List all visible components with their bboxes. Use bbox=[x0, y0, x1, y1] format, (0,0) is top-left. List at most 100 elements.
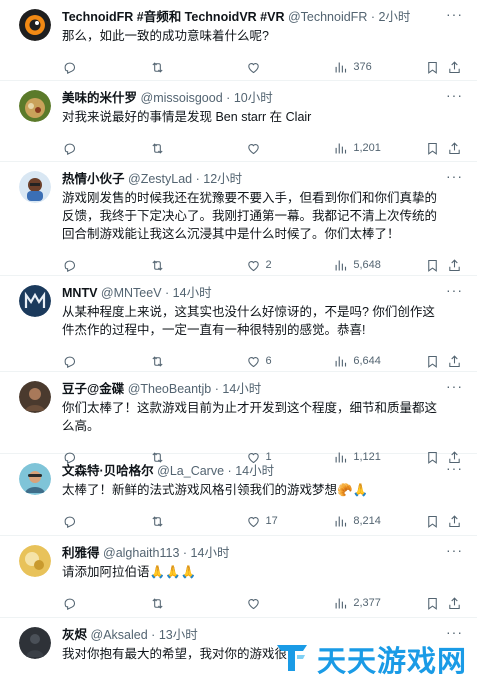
reply-button[interactable] bbox=[62, 596, 150, 611]
display-name[interactable]: 热情小伙子 bbox=[62, 172, 125, 186]
timestamp[interactable]: 13小时 bbox=[159, 628, 198, 642]
avatar[interactable] bbox=[19, 171, 51, 203]
retweet-button[interactable] bbox=[150, 60, 246, 75]
bookmark-button[interactable] bbox=[425, 60, 447, 75]
retweet-button[interactable] bbox=[150, 596, 246, 611]
separator-dot: · bbox=[226, 91, 231, 105]
more-icon[interactable]: ··· bbox=[446, 625, 463, 639]
views-button[interactable]: 1,201 bbox=[333, 141, 425, 156]
user-handle[interactable]: @missoisgood bbox=[141, 91, 223, 105]
user-handle[interactable]: @TheoBeantjb bbox=[128, 382, 212, 396]
avatar[interactable] bbox=[19, 90, 51, 122]
share-button[interactable] bbox=[447, 596, 465, 611]
user-handle[interactable]: @La_Carve bbox=[157, 464, 224, 478]
timestamp[interactable]: 2小时 bbox=[378, 10, 410, 24]
display-name[interactable]: TechnoidFR #音频和 TechnoidVR #VR bbox=[62, 10, 284, 24]
display-name[interactable]: 美味的米什罗 bbox=[62, 91, 137, 105]
bookmark-icon bbox=[425, 258, 440, 273]
timestamp[interactable]: 14小时 bbox=[235, 464, 274, 478]
tweet-text: 从某种程度上来说，这其实也没什么好惊讶的，不是吗? 你们创作这件杰作的过程中，一… bbox=[62, 305, 435, 337]
tweet[interactable]: 利雅得 @alghaith113 · 14小时 ··· 请添加阿拉伯语🙏🙏🙏 2… bbox=[0, 536, 477, 618]
tweet[interactable]: TechnoidFR #音频和 TechnoidVR #VR @Technoid… bbox=[0, 0, 477, 81]
display-name[interactable]: 文森特·贝哈格尔 bbox=[62, 464, 154, 478]
more-icon[interactable]: ··· bbox=[446, 461, 463, 475]
share-button[interactable] bbox=[447, 141, 465, 156]
share-button[interactable] bbox=[447, 514, 465, 529]
avatar[interactable] bbox=[19, 285, 51, 317]
like-button[interactable] bbox=[246, 141, 334, 156]
timestamp[interactable]: 10小时 bbox=[234, 91, 273, 105]
tweet[interactable]: 美味的米什罗 @missoisgood · 10小时 ··· 对我来说最好的事情… bbox=[0, 81, 477, 162]
tweet[interactable]: 豆子@金碟 @TheoBeantjb · 14小时 ··· 你们太棒了！这款游戏… bbox=[0, 372, 477, 464]
display-name[interactable]: 豆子@金碟 bbox=[62, 382, 124, 396]
share-button[interactable] bbox=[447, 60, 465, 75]
reply-icon bbox=[62, 60, 77, 75]
user-handle[interactable]: @MNTeeV bbox=[101, 286, 162, 300]
retweet-button[interactable] bbox=[150, 514, 246, 529]
separator-dot: · bbox=[151, 628, 156, 642]
share-icon bbox=[447, 258, 462, 273]
avatar[interactable] bbox=[19, 463, 51, 495]
views-button[interactable]: 6,644 bbox=[333, 354, 425, 369]
tweet-header: 利雅得 @alghaith113 · 14小时 bbox=[62, 544, 465, 562]
like-button[interactable]: 6 bbox=[246, 354, 334, 369]
reply-button[interactable] bbox=[62, 60, 150, 75]
display-name[interactable]: 利雅得 bbox=[62, 546, 100, 560]
views-count: 5,648 bbox=[353, 259, 381, 271]
share-button[interactable] bbox=[447, 258, 465, 273]
more-icon[interactable]: ··· bbox=[446, 379, 463, 393]
share-button[interactable] bbox=[447, 354, 465, 369]
avatar[interactable] bbox=[19, 627, 51, 659]
views-button[interactable]: 8,214 bbox=[333, 514, 425, 529]
share-icon bbox=[447, 514, 462, 529]
bookmark-button[interactable] bbox=[425, 258, 447, 273]
views-button[interactable]: 376 bbox=[333, 60, 425, 75]
more-icon[interactable]: ··· bbox=[446, 543, 463, 557]
reply-button[interactable] bbox=[62, 258, 150, 273]
timestamp[interactable]: 14小时 bbox=[222, 382, 261, 396]
bookmark-button[interactable] bbox=[425, 141, 447, 156]
reply-button[interactable] bbox=[62, 141, 150, 156]
avatar[interactable] bbox=[19, 545, 51, 577]
separator-dot: · bbox=[165, 286, 170, 300]
avatar[interactable] bbox=[19, 381, 51, 413]
user-handle[interactable]: @alghaith113 bbox=[103, 546, 179, 560]
timestamp[interactable]: 14小时 bbox=[191, 546, 230, 560]
like-button[interactable]: 2 bbox=[246, 258, 334, 273]
retweet-button[interactable] bbox=[150, 141, 246, 156]
timestamp[interactable]: 14小时 bbox=[173, 286, 212, 300]
like-button[interactable] bbox=[246, 596, 334, 611]
like-button[interactable] bbox=[246, 60, 334, 75]
tweet-text: 游戏刚发售的时候我还在犹豫要不要入手，但看到你们和你们真挚的反馈，我终于下定决心… bbox=[62, 191, 438, 241]
timestamp[interactable]: 12小时 bbox=[203, 172, 242, 186]
reply-button[interactable] bbox=[62, 514, 150, 529]
like-button[interactable]: 17 bbox=[246, 514, 334, 529]
more-icon[interactable]: ··· bbox=[446, 7, 463, 21]
views-button[interactable]: 2,377 bbox=[333, 596, 425, 611]
bookmark-button[interactable] bbox=[425, 596, 447, 611]
views-button[interactable]: 5,648 bbox=[333, 258, 425, 273]
retweet-button[interactable] bbox=[150, 354, 246, 369]
user-handle[interactable]: @TechnoidFR bbox=[288, 10, 367, 24]
retweet-button[interactable] bbox=[150, 258, 246, 273]
like-count: 17 bbox=[265, 515, 278, 527]
user-handle[interactable]: @Aksaled bbox=[91, 628, 148, 642]
tweet-header: 文森特·贝哈格尔 @La_Carve · 14小时 bbox=[62, 462, 465, 480]
display-name[interactable]: 灰烬 bbox=[62, 628, 87, 642]
tweet-text: 你们太棒了！这款游戏目前为止才开发到这个程度，细节和质量都这么高。 bbox=[62, 401, 438, 433]
retweet-icon bbox=[150, 60, 165, 75]
more-icon[interactable]: ··· bbox=[446, 88, 463, 102]
tweet[interactable]: 文森特·贝哈格尔 @La_Carve · 14小时 ··· 太棒了！新鲜的法式游… bbox=[0, 454, 477, 536]
bookmark-button[interactable] bbox=[425, 514, 447, 529]
more-icon[interactable]: ··· bbox=[446, 169, 463, 183]
bookmark-icon bbox=[425, 354, 440, 369]
display-name[interactable]: MNTV bbox=[62, 286, 97, 300]
reply-button[interactable] bbox=[62, 354, 150, 369]
reply-icon bbox=[62, 141, 77, 156]
tweet[interactable]: MNTV @MNTeeV · 14小时 ··· 从某种程度上来说，这其实也没什么… bbox=[0, 276, 477, 372]
avatar[interactable] bbox=[19, 9, 51, 41]
tweet[interactable]: 热情小伙子 @ZestyLad · 12小时 ··· 游戏刚发售的时候我还在犹豫… bbox=[0, 162, 477, 276]
user-handle[interactable]: @ZestyLad bbox=[128, 172, 192, 186]
bookmark-button[interactable] bbox=[425, 354, 447, 369]
more-icon[interactable]: ··· bbox=[446, 283, 463, 297]
